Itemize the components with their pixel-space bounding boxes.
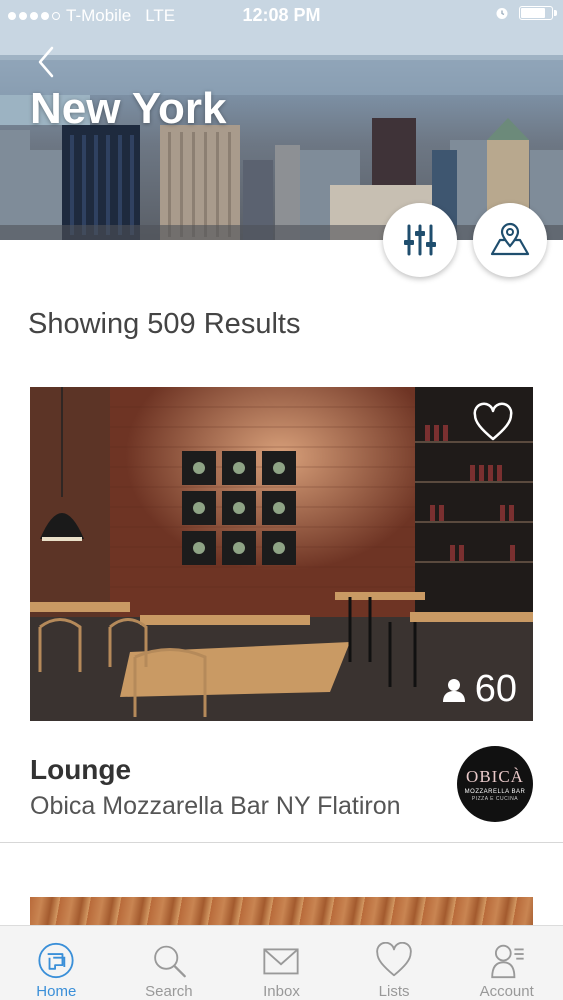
- logo-line2: PIZZA E CUCINA: [471, 795, 519, 802]
- tab-bar: Home Search Inbox Lists Account: [0, 925, 563, 1000]
- venue-name[interactable]: Obica Mozzarella Bar NY Flatiron: [30, 792, 401, 821]
- tab-lists[interactable]: Lists: [338, 926, 451, 1000]
- home-icon: [38, 942, 74, 979]
- alarm-icon: [496, 8, 508, 19]
- heart-icon: [376, 942, 412, 977]
- sliders-icon: [404, 224, 436, 256]
- map-pin-icon: [490, 222, 530, 256]
- city-title: New York: [30, 84, 227, 133]
- account-icon: [490, 944, 524, 979]
- divider: [0, 842, 563, 843]
- venue-photo[interactable]: 60: [30, 387, 533, 721]
- battery-icon: [519, 6, 557, 20]
- logo-brand: OBICÀ: [466, 766, 524, 786]
- results-count: Showing 509 Results: [28, 308, 301, 340]
- capacity-count: 60: [474, 668, 517, 710]
- tab-search-label: Search: [145, 983, 193, 1000]
- envelope-icon: [263, 948, 300, 975]
- person-icon: [442, 678, 465, 702]
- tab-lists-label: Lists: [378, 983, 410, 1000]
- filter-button[interactable]: [383, 203, 457, 277]
- tab-search[interactable]: Search: [113, 926, 226, 1000]
- search-icon: [154, 945, 186, 978]
- status-time: 12:08 PM: [242, 5, 321, 25]
- tab-home-label: Home: [36, 983, 77, 1000]
- tab-home[interactable]: Home: [0, 926, 113, 1000]
- venue-logo: OBICÀ MOZZARELLA BAR PIZZA E CUCINA: [457, 746, 533, 822]
- tab-account-label: Account: [479, 983, 534, 1000]
- back-button[interactable]: [30, 42, 60, 82]
- logo-line1: MOZZARELLA BAR: [464, 788, 526, 795]
- favorite-button[interactable]: [471, 401, 515, 445]
- chevron-left-icon: [38, 46, 54, 78]
- tab-account[interactable]: Account: [450, 926, 563, 1000]
- heart-icon: [473, 402, 513, 441]
- capacity-badge: 60: [441, 668, 517, 711]
- map-button[interactable]: [473, 203, 547, 277]
- tab-inbox[interactable]: Inbox: [225, 926, 338, 1000]
- status-bar: T-Mobile LTE 12:08 PM: [0, 0, 563, 32]
- tab-inbox-label: Inbox: [263, 983, 300, 1000]
- venue-type: Lounge: [30, 754, 132, 785]
